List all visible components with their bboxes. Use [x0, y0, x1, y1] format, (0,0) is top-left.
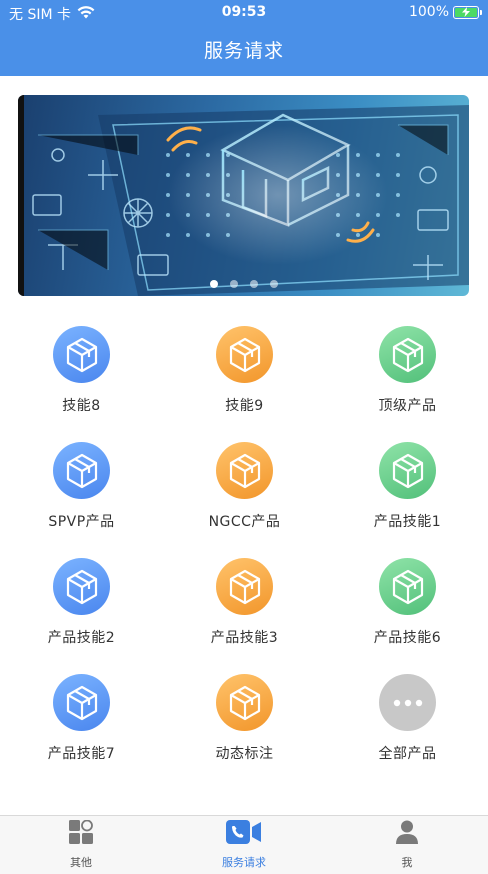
service-item[interactable]: 技能8	[0, 318, 163, 434]
cube-icon	[53, 558, 110, 615]
service-label: 产品技能7	[47, 746, 116, 762]
carousel-indicator[interactable]	[18, 280, 469, 288]
service-item[interactable]: 产品技能3	[163, 550, 326, 666]
tab-label: 服务请求	[222, 856, 266, 869]
service-item[interactable]: 产品技能2	[0, 550, 163, 666]
cube-icon	[53, 442, 110, 499]
banner-image	[18, 95, 469, 296]
cube-icon	[379, 558, 436, 615]
page-title: 服务请求	[203, 40, 284, 62]
service-label: 全部产品	[378, 746, 437, 762]
video-call-icon	[226, 820, 262, 848]
service-item[interactable]: 产品技能7	[0, 666, 163, 782]
carousel-dot[interactable]	[249, 280, 258, 288]
user-icon	[396, 820, 418, 848]
tab-bar: 其他 服务请求 我	[0, 815, 488, 874]
service-item[interactable]: SPVP产品	[0, 434, 163, 550]
cube-icon	[53, 326, 110, 383]
tab-label: 其他	[70, 856, 92, 869]
cube-icon	[216, 558, 273, 615]
apps-icon	[69, 819, 93, 848]
service-item[interactable]: 技能9	[163, 318, 326, 434]
service-item[interactable]: 顶级产品	[326, 318, 488, 434]
battery-percent: 100%	[408, 4, 449, 20]
top-bar: 无 SIM 卡 09:53 100% 服务请求	[0, 0, 488, 76]
service-label: SPVP产品	[48, 514, 115, 530]
service-label: NGCC产品	[208, 514, 281, 530]
service-label: 顶级产品	[378, 398, 437, 414]
service-label: 产品技能6	[373, 630, 442, 646]
service-label: 产品技能1	[373, 514, 442, 530]
carousel-dot[interactable]	[269, 280, 278, 288]
carousel-dot[interactable]	[229, 280, 238, 288]
carousel-dot[interactable]	[209, 280, 218, 288]
tab-other[interactable]: 其他	[0, 816, 162, 874]
service-item[interactable]: 产品技能1	[326, 434, 488, 550]
cube-icon	[379, 326, 436, 383]
cube-icon	[53, 674, 110, 731]
battery-indicator: 100%	[408, 4, 482, 20]
more-icon	[379, 674, 436, 731]
service-label: 技能8	[62, 398, 101, 414]
battery-icon	[453, 5, 482, 19]
service-item[interactable]: NGCC产品	[163, 434, 326, 550]
service-label: 技能9	[225, 398, 264, 414]
status-bar: 无 SIM 卡 09:53 100%	[0, 0, 488, 26]
service-label: 产品技能2	[47, 630, 116, 646]
cube-icon	[216, 326, 273, 383]
tab-label: 我	[401, 856, 413, 869]
cube-icon	[379, 442, 436, 499]
cube-icon	[216, 442, 273, 499]
tab-me[interactable]: 我	[326, 816, 488, 874]
cube-icon	[216, 674, 273, 731]
service-item[interactable]: 动态标注	[163, 666, 326, 782]
service-item[interactable]: 产品技能6	[326, 550, 488, 666]
service-label: 产品技能3	[210, 630, 279, 646]
banner-carousel[interactable]	[18, 95, 469, 296]
service-label: 动态标注	[215, 746, 274, 762]
tab-service-request[interactable]: 服务请求	[163, 816, 325, 874]
service-item[interactable]: 全部产品	[326, 666, 488, 782]
